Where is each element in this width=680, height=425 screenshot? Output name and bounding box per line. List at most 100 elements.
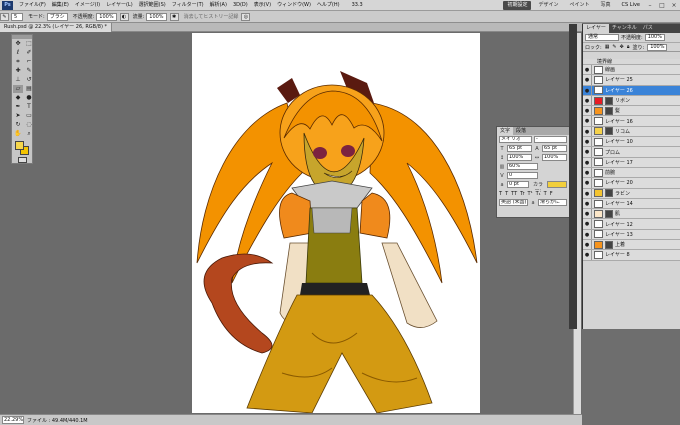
menu-item[interactable]: 選択範囲(S) [136,0,169,11]
layer-row[interactable]: ● レイヤー 12 [583,219,680,230]
layer-row[interactable]: ● レイヤー 16 [583,116,680,127]
layer-row[interactable]: ● レイヤー 8 [583,250,680,261]
dodge-tool-icon[interactable]: ● [24,94,34,102]
tab-layers[interactable]: レイヤー [583,24,609,33]
panel-dock-strip[interactable] [569,24,577,329]
workspace-button[interactable]: 初期設定 [503,1,532,10]
layer-row[interactable]: ● レイヤー 25 [583,75,680,86]
layer-opacity-input[interactable]: 100% [644,34,665,41]
visibility-eye-icon[interactable]: ● [583,116,592,126]
pen-tool-icon[interactable]: ✒ [13,103,23,111]
visibility-eye-icon[interactable]: ● [583,198,592,209]
menu-item[interactable]: ヘルプ(H) [314,0,343,11]
layer-row[interactable]: ● リボン [583,95,680,107]
layer-row[interactable]: ● ラビン [583,188,680,199]
lock-transparency-icon[interactable]: ▦ [605,44,610,50]
visibility-eye-icon[interactable]: ● [583,188,592,198]
layer-mask-thumbnail[interactable] [605,189,613,198]
all-caps-button[interactable]: TT [511,191,517,197]
layer-row[interactable]: ● 前腕 [583,167,680,179]
font-style-select[interactable]: - [534,136,567,143]
status-zoom-input[interactable]: 22.29% [2,416,24,424]
visibility-eye-icon[interactable]: ● [583,250,592,260]
workspace-button[interactable]: ペイント [566,1,594,10]
menu-item[interactable]: 表示(V) [251,0,274,11]
tracking-input[interactable]: 0 [507,172,538,179]
tab-paragraph[interactable]: 段落 [513,127,529,135]
menu-item[interactable]: レイヤー(L) [103,0,136,11]
layer-row[interactable]: ● レイヤー 14 [583,198,680,210]
visibility-eye-icon[interactable]: ● [583,65,592,75]
eraser-tool-icon[interactable]: ✎ [0,12,9,21]
menu-item[interactable]: 解析(A) [207,0,230,11]
opacity-input[interactable]: 100% [96,12,117,21]
tab-paths[interactable]: パス [640,24,656,33]
faux-italic-button[interactable]: T [505,191,508,197]
menu-item[interactable]: フィルター(T) [169,0,207,11]
zoom-readout[interactable]: 33.3 [349,0,366,11]
maximize-icon[interactable]: □ [656,1,668,10]
tab-channels[interactable]: チャンネル [609,24,640,33]
lasso-tool-icon[interactable]: ℓ [13,49,23,57]
crop-tool-icon[interactable]: ⌗ [13,58,23,66]
status-file-info[interactable]: ファイル : 49.4M/440.1M [27,417,88,424]
blend-mode-select[interactable]: 通常 [585,34,619,41]
layer-row[interactable]: ● レイヤー 10 [583,137,680,148]
move-tool-icon[interactable]: ✥ [13,40,23,48]
visibility-eye-icon[interactable]: ● [583,147,592,157]
mode-select[interactable]: ブラシ [46,12,68,21]
horizontal-scale-input[interactable]: 100% [542,154,567,161]
workspace-button[interactable]: 写真 [597,1,615,10]
subscript-button[interactable]: T₁ [536,191,541,197]
3d-rotate-tool-icon[interactable]: ↻ [13,121,23,129]
menu-item[interactable]: 3D(D) [230,0,251,11]
quick-mask-icon[interactable] [18,157,27,163]
brush-tool-icon[interactable]: ✎ [24,67,34,75]
layer-mask-thumbnail[interactable] [605,209,613,218]
visibility-eye-icon[interactable]: ● [583,178,592,188]
visibility-eye-icon[interactable]: ● [583,137,592,147]
cs-live-button[interactable]: CS Live [618,1,644,10]
layer-row[interactable]: ● レイヤー 17 [583,157,680,168]
font-size-input[interactable]: 65 pt [507,145,532,152]
layer-row[interactable]: ● プロム [583,147,680,158]
lock-pixels-icon[interactable]: ✎ [612,44,616,50]
visibility-eye-icon[interactable]: ● [583,75,592,85]
leading-input[interactable]: 65 pt [542,145,567,152]
baseline-shift-input[interactable]: 0 pt [507,181,529,188]
flow-input[interactable]: 100% [146,12,167,21]
stamp-tool-icon[interactable]: ⊥ [13,76,23,84]
blur-tool-icon[interactable]: ◆ [13,94,23,102]
pressure-opacity-icon[interactable]: ◐ [119,12,129,21]
document-canvas[interactable] [192,33,480,413]
lock-all-icon[interactable]: 🔒︎ [627,44,630,50]
layer-mask-thumbnail[interactable] [605,127,613,136]
visibility-eye-icon[interactable]: ● [583,126,592,137]
visibility-eye-icon[interactable]: ● [583,209,592,219]
visibility-eye-icon[interactable]: ● [583,85,592,95]
antialias-select[interactable]: 滑らかに [538,199,567,206]
font-family-select[interactable]: メイリオ [499,136,532,143]
erase-to-history-checkbox[interactable]: 消去してヒストリー記録 [181,13,242,20]
layer-row[interactable]: ● レイヤー 20 [583,178,680,189]
path-select-tool-icon[interactable]: ➤ [13,112,23,120]
visibility-eye-icon[interactable]: ● [583,157,592,167]
superscript-button[interactable]: T¹ [528,191,533,197]
visibility-eye-icon[interactable]: ● [583,95,592,106]
quick-select-tool-icon[interactable]: ✐ [24,49,34,57]
menu-item[interactable]: ウィンドウ(W) [274,0,314,11]
small-caps-button[interactable]: Tr [520,191,524,197]
text-color-swatch[interactable] [547,181,567,188]
minimize-icon[interactable]: – [644,1,656,10]
layer-row[interactable]: ● 髪 [583,106,680,117]
document-tab[interactable]: Rush.psd @ 22.3% (レイヤー 26, RGB/8) * [0,23,113,32]
layer-mask-thumbnail[interactable] [605,240,613,249]
menu-item[interactable]: イメージ(I) [72,0,103,11]
layer-row[interactable]: ● 線画 [583,65,680,76]
hand-tool-icon[interactable]: ✋ [13,130,23,138]
brush-size-picker[interactable]: 5 [11,12,23,21]
layer-row[interactable]: ● 肌 [583,209,680,220]
layer-row[interactable]: ● リコム [583,126,680,138]
visibility-eye-icon[interactable]: ● [583,219,592,229]
visibility-eye-icon[interactable]: ● [583,229,592,240]
